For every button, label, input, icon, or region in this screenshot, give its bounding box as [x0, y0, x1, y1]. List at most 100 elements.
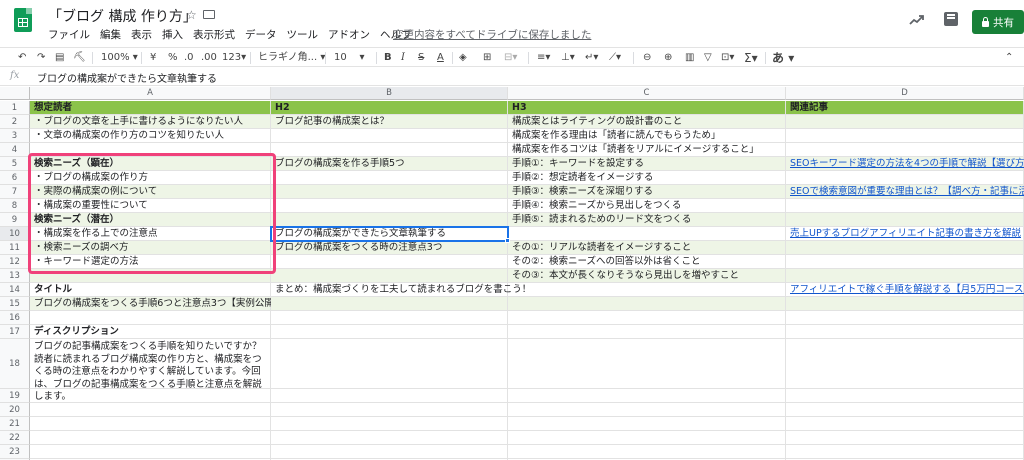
spreadsheet-grid[interactable]: A B C D 1 想定読者 H2 H3 関連記事 2 ・ブログの文章を上手に書けるようになりたい人… — [0, 87, 1024, 460]
cell-b9[interactable] — [271, 213, 508, 227]
cell-c23[interactable] — [508, 445, 786, 459]
collapse-toolbar-icon[interactable]: ⌃ — [1005, 51, 1013, 65]
insert-link-icon[interactable]: ⊖ — [643, 51, 651, 65]
cell-b13[interactable] — [271, 269, 508, 283]
font-size-select[interactable]: 10 ▾ — [334, 51, 364, 65]
strikethrough-button[interactable]: S — [418, 51, 424, 65]
row-header[interactable]: 23 — [0, 445, 30, 459]
row-header[interactable]: 1 — [0, 101, 30, 115]
cell-c13[interactable]: その③：本文が長くなりそうなら見出しを増やすこと — [508, 269, 786, 283]
cell-a19[interactable] — [30, 389, 271, 403]
italic-button[interactable]: I — [401, 51, 405, 65]
activity-trend-icon[interactable] — [909, 14, 925, 26]
row-header[interactable]: 21 — [0, 417, 30, 431]
document-title[interactable]: 「ブログ 構成 作り方」 — [48, 6, 197, 26]
row-header[interactable]: 7 — [0, 185, 30, 199]
row-header[interactable]: 11 — [0, 241, 30, 255]
cell-c1[interactable]: H3 — [508, 101, 786, 115]
cell-b3[interactable] — [271, 129, 508, 143]
row-header[interactable]: 6 — [0, 171, 30, 185]
cell-d16[interactable] — [786, 311, 1024, 325]
currency-format-button[interactable]: ¥ — [150, 51, 156, 65]
row-header[interactable]: 19 — [0, 389, 30, 403]
cell-d23[interactable] — [786, 445, 1024, 459]
cell-c2[interactable]: 構成案とはライティングの設計書のこと — [508, 115, 786, 129]
cell-c22[interactable] — [508, 431, 786, 445]
cell-c19[interactable] — [508, 389, 786, 403]
cell-a18[interactable]: ブログの記事構成案をつくる手順を知りたいですか？読者に読まれるブログ構成案の作り… — [30, 339, 271, 402]
column-header-a[interactable]: A — [30, 87, 271, 100]
cell-c7[interactable]: 手順③：検索ニーズを深堀りする — [508, 185, 786, 199]
row-header[interactable]: 5 — [0, 157, 30, 171]
cell-d12[interactable] — [786, 255, 1024, 269]
row-header[interactable]: 2 — [0, 115, 30, 129]
cell-a23[interactable] — [30, 445, 271, 459]
cell-d9[interactable] — [786, 213, 1024, 227]
text-wrap-icon[interactable]: ↵▾ — [585, 51, 598, 65]
cell-d18[interactable] — [786, 339, 1024, 389]
cell-d17[interactable] — [786, 325, 1024, 339]
cell-b17[interactable] — [271, 325, 508, 339]
row-header[interactable]: 10 — [0, 227, 30, 241]
cell-d13[interactable] — [786, 269, 1024, 283]
cell-a15[interactable]: ブログの構成案をつくる手順6つと注意点3つ【実例公開】 — [30, 297, 283, 311]
insert-comment-icon[interactable]: ⊕ — [664, 51, 672, 65]
cell-b15[interactable] — [271, 297, 508, 311]
bold-button[interactable]: B — [384, 51, 392, 65]
comment-icon[interactable] — [944, 12, 958, 26]
cell-a17[interactable]: ディスクリプション — [30, 325, 271, 339]
cell-c9[interactable]: 手順⑤：読まれるためのリード文をつくる — [508, 213, 786, 227]
cell-c12[interactable]: その②：検索ニーズへの回答以外は省くこと — [508, 255, 786, 269]
more-formats-select[interactable]: 123▾ — [222, 51, 246, 65]
cell-a16[interactable] — [30, 311, 271, 325]
menu-insert[interactable]: 挿入 — [162, 27, 183, 42]
cell-b19[interactable] — [271, 389, 508, 403]
cell-b23[interactable] — [271, 445, 508, 459]
row-header[interactable]: 17 — [0, 325, 30, 339]
row-header[interactable]: 13 — [0, 269, 30, 283]
borders-icon[interactable]: ⊞ — [483, 51, 491, 65]
text-color-button[interactable]: A — [437, 51, 444, 65]
cell-d4[interactable] — [786, 143, 1024, 157]
cell-c10[interactable] — [508, 227, 786, 241]
cell-d15[interactable] — [786, 297, 1024, 311]
fill-color-icon[interactable]: ◈ — [459, 51, 467, 65]
save-status-link[interactable]: 変更内容をすべてドライブに保存しました — [393, 27, 591, 42]
menu-addons[interactable]: アドオン — [328, 27, 370, 42]
cell-b11[interactable]: ブログの構成案をつくる時の注意点3つ — [271, 241, 508, 255]
cell-d11[interactable] — [786, 241, 1024, 255]
paint-format-icon[interactable]: ⛏ — [73, 51, 86, 65]
cell-d10[interactable]: 売上UPするブログアフィリエイト記事の書き方を解説 — [786, 227, 1024, 241]
cell-c6[interactable]: 手順②：想定読者をイメージする — [508, 171, 786, 185]
cell-b22[interactable] — [271, 431, 508, 445]
row-header[interactable]: 4 — [0, 143, 30, 157]
cell-c16[interactable] — [508, 311, 786, 325]
menu-edit[interactable]: 編集 — [100, 27, 121, 42]
cell-b6[interactable] — [271, 171, 508, 185]
cell-d7[interactable]: SEOで検索意図が重要な理由とは？【調べ方・記事に活かす — [786, 185, 1024, 199]
menu-view[interactable]: 表示 — [131, 27, 152, 42]
row-header[interactable]: 9 — [0, 213, 30, 227]
cell-c8[interactable]: 手順④：検索ニーズから見出しをつくる — [508, 199, 786, 213]
percent-format-button[interactable]: % — [168, 51, 178, 65]
row-header[interactable]: 22 — [0, 431, 30, 445]
cell-b12[interactable] — [271, 255, 508, 269]
cell-b1[interactable]: H2 — [271, 101, 508, 115]
cell-c20[interactable] — [508, 403, 786, 417]
input-tools-button[interactable]: あ ▾ — [772, 51, 794, 65]
text-rotate-icon[interactable]: ⟋▾ — [609, 51, 621, 65]
active-cell-selection[interactable] — [270, 226, 509, 242]
formula-input[interactable]: ブログの構成案ができたら文章執筆する — [37, 70, 217, 85]
merge-cells-icon[interactable]: ⊟▾ — [504, 51, 517, 65]
cell-d5[interactable]: SEOキーワード選定の方法を4つの手順で解説【選び方のコ — [786, 157, 1024, 171]
menu-data[interactable]: データ — [245, 27, 277, 42]
row-header[interactable]: 14 — [0, 283, 30, 297]
cell-b4[interactable] — [271, 143, 508, 157]
cell-b18[interactable] — [271, 339, 508, 389]
row-header[interactable]: 16 — [0, 311, 30, 325]
redo-icon[interactable]: ↷ — [37, 51, 45, 65]
star-icon[interactable]: ☆ — [186, 8, 197, 22]
functions-button[interactable]: Σ▾ — [744, 51, 758, 65]
cell-b16[interactable] — [271, 311, 508, 325]
menu-format[interactable]: 表示形式 — [193, 27, 235, 42]
